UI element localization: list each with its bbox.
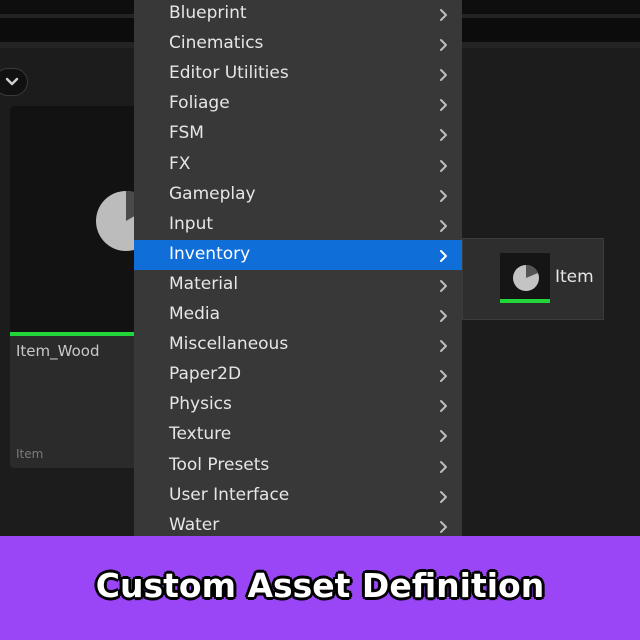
menu-item-inventory[interactable]: Inventory	[134, 239, 462, 270]
filter-dropdown-button[interactable]	[0, 68, 28, 96]
banner-title: Custom Asset Definition	[95, 566, 545, 605]
chevron-right-icon	[440, 189, 447, 202]
menu-item-material[interactable]: Material	[134, 270, 462, 300]
menu-item-label: Gameplay	[169, 183, 256, 204]
menu-item-fx[interactable]: FX	[134, 150, 462, 180]
menu-item-physics[interactable]: Physics	[134, 390, 462, 420]
chevron-right-icon	[440, 279, 447, 292]
menu-item-label: Input	[169, 213, 214, 234]
menu-item-gameplay[interactable]: Gameplay	[134, 180, 462, 210]
chevron-right-icon	[440, 9, 447, 21]
chevron-right-icon	[440, 249, 447, 262]
menu-item-label: Tool Presets	[169, 454, 270, 475]
menu-item-label: Material	[169, 273, 239, 294]
chevron-right-icon	[440, 219, 447, 232]
menu-item-label: Texture	[169, 424, 232, 445]
menu-item-foliage[interactable]: Foliage	[134, 89, 462, 119]
menu-item-blueprint[interactable]: Blueprint	[134, 0, 462, 29]
chevron-right-icon	[440, 129, 447, 142]
inventory-submenu: Item	[462, 238, 604, 320]
chevron-right-icon	[440, 159, 447, 172]
menu-item-label: Cinematics	[169, 33, 264, 54]
chevron-right-icon	[440, 400, 447, 413]
chevron-down-icon	[5, 77, 19, 86]
chevron-right-icon	[440, 340, 447, 353]
menu-item-label: FX	[169, 153, 191, 174]
asset-type-label: Item	[16, 447, 44, 461]
menu-item-label: Miscellaneous	[169, 334, 289, 355]
menu-item-label: Foliage	[169, 93, 230, 114]
menu-item-paper2d[interactable]: Paper2D	[134, 360, 462, 390]
menu-item-label: FSM	[169, 123, 204, 144]
asset-thumbnail	[10, 106, 140, 332]
menu-item-user-interface[interactable]: User Interface	[134, 481, 462, 511]
submenu-item-label[interactable]: Item	[555, 267, 594, 287]
menu-item-label: Water	[169, 514, 220, 535]
asset-type-color-bar	[10, 332, 140, 336]
menu-item-texture[interactable]: Texture	[134, 420, 462, 450]
chevron-right-icon	[440, 430, 447, 443]
chevron-right-icon	[440, 460, 447, 473]
menu-item-label: Blueprint	[169, 3, 247, 23]
chevron-right-icon	[440, 310, 447, 322]
title-banner: Custom Asset Definition	[0, 536, 640, 640]
asset-tile[interactable]: Item_Wood Item	[10, 106, 140, 468]
chevron-right-icon	[440, 39, 447, 52]
item-color-bar	[500, 299, 550, 303]
chevron-right-icon	[440, 370, 447, 383]
chevron-right-icon	[440, 69, 447, 82]
menu-item-label: Editor Utilities	[169, 63, 289, 84]
menu-item-editor-utilities[interactable]: Editor Utilities	[134, 59, 462, 89]
menu-item-label: Media	[169, 304, 221, 324]
menu-item-miscellaneous[interactable]: Miscellaneous	[134, 330, 462, 360]
asset-name: Item_Wood	[16, 342, 100, 360]
menu-item-label: Paper2D	[169, 364, 242, 385]
asset-category-menu: Blueprint Cinematics Editor Utilities Folia…	[134, 0, 462, 536]
menu-item-label: User Interface	[169, 484, 290, 505]
pie-chart-icon	[513, 265, 539, 291]
menu-item-input[interactable]: Input	[134, 210, 462, 240]
menu-item-media[interactable]: Media	[134, 300, 462, 330]
chevron-right-icon	[440, 520, 447, 533]
menu-item-label: Physics	[169, 394, 232, 415]
menu-item-tool-presets[interactable]: Tool Presets	[134, 451, 462, 481]
chevron-right-icon	[440, 99, 447, 112]
chevron-right-icon	[440, 490, 447, 503]
item-asset-thumbnail[interactable]	[500, 253, 550, 303]
menu-item-label: Inventory	[169, 243, 251, 264]
menu-item-fsm[interactable]: FSM	[134, 119, 462, 149]
menu-item-cinematics[interactable]: Cinematics	[134, 29, 462, 59]
